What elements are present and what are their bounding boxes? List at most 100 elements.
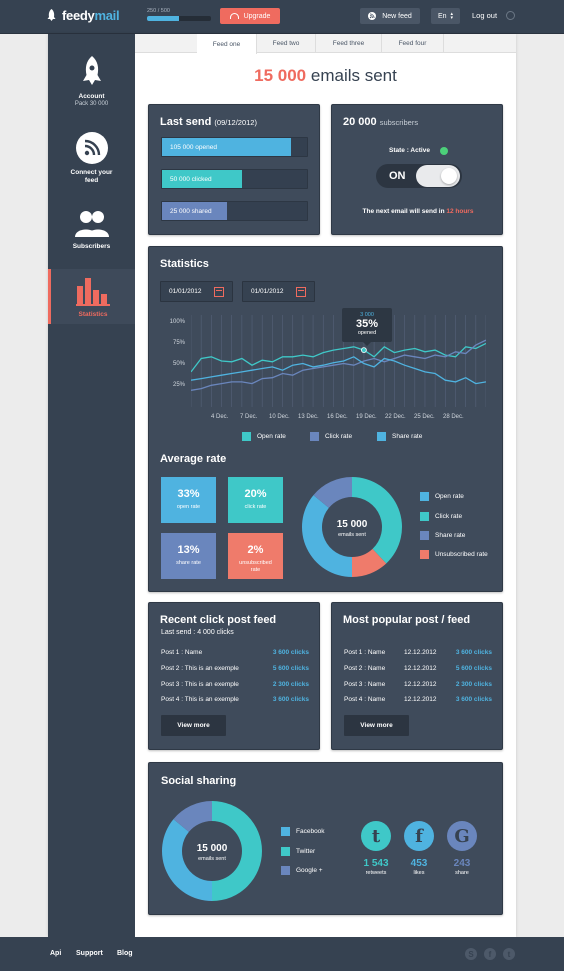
list-item[interactable]: Post 2 : Name 12.12.2012 5 600 clicks (344, 665, 492, 672)
toggle-knob[interactable] (416, 165, 460, 187)
most-popular-card: Most popular post / feed Post 1 : Name 12… (331, 602, 503, 750)
rss-icon (75, 132, 108, 164)
active-toggle[interactable]: ON (376, 164, 462, 188)
donut-center: 15 000 emails sent (336, 519, 368, 538)
x-tick-label: 19 Dec. (356, 414, 377, 420)
list-item[interactable]: Post 4 : This is an exemple 3 600 clicks (161, 696, 309, 703)
donut-center: 15 000 emails sent (196, 843, 228, 862)
tumblr-icon[interactable]: t (361, 821, 391, 851)
bar-chart-icon (76, 278, 110, 306)
legend-click-rate[interactable]: Click rate (310, 432, 352, 441)
list-item[interactable]: Post 1 : Name 3 600 clicks (161, 649, 309, 656)
view-more-button[interactable]: View more (344, 715, 409, 736)
footer-link-blog[interactable]: Blog (117, 950, 133, 957)
tab-feed-four[interactable]: Feed four (382, 34, 444, 53)
list-item[interactable]: Post 2 : This is an exemple 5 600 clicks (161, 665, 309, 672)
recent-subtitle: Last send : 4 000 clicks (161, 629, 234, 636)
x-tick-label: 4 Dec. (211, 414, 229, 420)
rss-icon (368, 12, 377, 20)
x-tick-label: 13 Dec. (298, 414, 319, 420)
calendar-icon (213, 286, 224, 297)
legend-google-plus: Google + (281, 866, 323, 875)
sidebar: Account Pack 30 000 Connect your feed Su… (48, 34, 135, 937)
likes-stat: 453 likes (410, 858, 428, 876)
tab-feed-one[interactable]: Feed one (197, 34, 257, 54)
calendar-icon (295, 286, 306, 297)
twitter-icon[interactable]: t (503, 948, 515, 960)
subscribers-card: 20 000 subscribers State : Active ON The… (331, 104, 503, 235)
quota-progress: 250 / 500 (147, 8, 211, 21)
logout-link[interactable]: Log out (472, 11, 497, 20)
open-rate-box: 33% open rate (161, 477, 216, 523)
logo[interactable]: feedymail (47, 8, 120, 23)
statistics-card: Statistics 01/01/2012 01/01/2012 100% 75%… (148, 246, 503, 592)
unsubscribed-rate-box: 2% unsubscribed rate (228, 533, 283, 579)
retweets-stat: 1 543 retweets (363, 858, 389, 876)
quota-label: 250 / 500 (147, 8, 170, 14)
y-tick-label: 75% (172, 340, 185, 347)
x-tick-label: 7 Dec. (240, 414, 258, 420)
y-tick-label: 50% (172, 361, 185, 368)
facebook-icon[interactable]: f (484, 948, 496, 960)
date-from-picker[interactable]: 01/01/2012 (160, 281, 233, 302)
gauge-icon (229, 13, 239, 19)
highlight-point (360, 347, 367, 353)
date-to-picker[interactable]: 01/01/2012 (242, 281, 315, 302)
x-tick-label: 28 Dec. (443, 414, 464, 420)
legend-open-rate: Open rate (420, 492, 464, 501)
x-tick-label: 16 Dec. (327, 414, 348, 420)
shared-bar: 25 000 shared (161, 201, 308, 221)
legend-click-rate: Click rate (420, 512, 462, 521)
next-email-text: The next email will send in 12 hours (362, 208, 474, 215)
page-title: 15 000 emails sent (254, 66, 397, 85)
social-title: Social sharing (161, 775, 237, 787)
skype-icon[interactable]: S (465, 948, 477, 960)
chart-tooltip: 3 000 35% opened (342, 308, 392, 346)
view-more-button[interactable]: View more (161, 715, 226, 736)
opened-bar: 105 000 opened (161, 137, 308, 157)
list-item[interactable]: Post 3 : This is an exemple 2 300 clicks (161, 681, 309, 688)
tab-feed-two[interactable]: Feed two (257, 34, 316, 53)
sidebar-item-connect-feed[interactable]: Connect your feed (48, 132, 135, 185)
legend-unsubscribed-rate: Unsubscribed rate (420, 550, 488, 559)
logo-text: feedymail (62, 8, 120, 23)
share-stat: 243 share (453, 858, 471, 876)
social-sharing-card: Social sharing 15 000 emails sent Facebo… (148, 762, 503, 915)
recent-click-card: Recent click post feed Last send : 4 000… (148, 602, 320, 750)
rocket-icon (82, 56, 101, 85)
facebook-icon[interactable]: f (404, 821, 434, 851)
recent-title: Recent click post feed (160, 614, 277, 626)
list-item[interactable]: Post 3 : Name 12.12.2012 2 300 clicks (344, 681, 492, 688)
language-select[interactable]: En ▴ ▾ (431, 8, 460, 24)
average-rate-title: Average rate (160, 453, 227, 465)
footer-link-support[interactable]: Support (76, 950, 103, 957)
state-label: State : Active (389, 147, 430, 154)
x-tick-label: 25 Dec. (414, 414, 435, 420)
status-dot (440, 147, 448, 155)
quota-fill (147, 16, 179, 21)
x-tick-label: 10 Dec. (269, 414, 290, 420)
footer-link-api[interactable]: Api (50, 950, 61, 957)
statistics-title: Statistics (160, 258, 209, 270)
google-icon[interactable]: G (447, 821, 477, 851)
line-chart[interactable] (191, 315, 486, 407)
sidebar-item-statistics[interactable]: Statistics (48, 269, 135, 324)
users-icon (74, 211, 109, 237)
new-feed-button[interactable]: New feed (360, 8, 420, 24)
list-item[interactable]: Post 4 : Name 12.12.2012 3 600 clicks (344, 696, 492, 703)
rocket-icon (47, 9, 56, 21)
upgrade-button[interactable]: Upgrade (220, 8, 280, 24)
sidebar-item-subscribers[interactable]: Subscribers (48, 210, 135, 250)
power-icon[interactable] (506, 11, 515, 20)
tab-feed-three[interactable]: Feed three (316, 34, 382, 53)
legend-twitter: Twitter (281, 847, 315, 856)
sidebar-item-account[interactable]: Account Pack 30 000 (48, 56, 135, 107)
legend-share-rate[interactable]: Share rate (377, 432, 422, 441)
legend-open-rate[interactable]: Open rate (242, 432, 286, 441)
share-rate-box: 13% share rate (161, 533, 216, 579)
top-bar: feedymail 250 / 500 Upgrade New feed En … (0, 0, 564, 34)
last-send-title: Last send (09/12/2012) (160, 116, 257, 128)
legend-share-rate: Share rate (420, 531, 465, 540)
series-line-click-rate (191, 339, 486, 391)
list-item[interactable]: Post 1 : Name 12.12.2012 3 600 clicks (344, 649, 492, 656)
